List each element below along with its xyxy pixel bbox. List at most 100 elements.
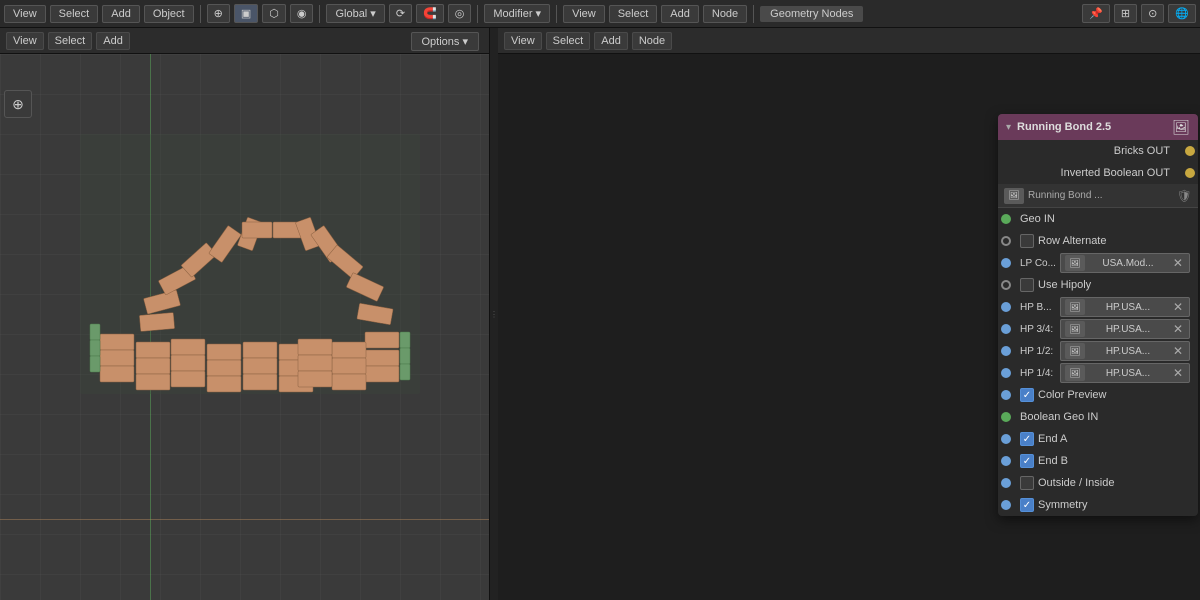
select-menu-left[interactable]: Select	[50, 5, 99, 23]
geo-in-socket[interactable]	[1001, 214, 1011, 224]
color-preview-checkbox[interactable]: ✓	[1020, 388, 1034, 402]
use-hipoly-socket[interactable]	[1001, 280, 1011, 290]
snap-btn[interactable]: 🧲	[416, 4, 444, 23]
overlay-btn[interactable]: ⊙	[1141, 4, 1164, 23]
pin-btn[interactable]: 📌	[1082, 4, 1110, 23]
axis-x-line	[0, 519, 489, 520]
node-editor: View Select Add Node ▾ Running Bond 2.5 …	[498, 28, 1200, 600]
sphere-btn[interactable]: 🌐	[1168, 4, 1196, 23]
proportional-btn[interactable]: ◎	[448, 4, 472, 23]
node-running-bond-title: Running Bond 2.5	[1017, 121, 1166, 133]
bool-geo-in-socket[interactable]	[1001, 412, 1011, 422]
hp-34-label: HP 3/4:	[1020, 324, 1056, 335]
input-lp-co: LP Co... 🖼 USA.Mod... ✕	[998, 252, 1198, 274]
inv-bool-out-socket[interactable]	[1185, 168, 1195, 178]
input-row-alternate: Row Alternate	[998, 230, 1198, 252]
hp-14-img-select[interactable]: 🖼 HP.USA... ✕	[1060, 363, 1190, 383]
object-menu[interactable]: Object	[144, 5, 194, 23]
modifier-mode-btn[interactable]: Modifier ▾	[484, 4, 550, 23]
lp-co-img-label: USA.Mod...	[1102, 258, 1153, 269]
node-img-icon[interactable]: 🖼	[1172, 119, 1190, 136]
lp-co-img-select[interactable]: 🖼 USA.Mod... ✕	[1060, 253, 1190, 273]
lp-co-img-icon: 🖼	[1065, 255, 1085, 271]
viewport-view-menu[interactable]: View	[6, 32, 44, 50]
lp-co-remove-btn[interactable]: ✕	[1171, 256, 1185, 270]
end-b-checkbox[interactable]: ✓	[1020, 454, 1034, 468]
node-running-bond-sub-header: 🖼 Running Bond ... 🛡	[998, 184, 1198, 208]
end-b-socket[interactable]	[1001, 456, 1011, 466]
input-hp-b: HP B... 🖼 HP.USA... ✕	[998, 296, 1198, 318]
node-select-menu[interactable]: Select	[546, 32, 591, 50]
box-select-btn[interactable]: ▣	[234, 4, 258, 23]
add-menu-left[interactable]: Add	[102, 5, 140, 23]
viewport-select-menu[interactable]: Select	[48, 32, 93, 50]
brick-arch-svg	[80, 114, 420, 434]
circle-select-btn[interactable]: ◉	[290, 4, 314, 23]
hp-12-label: HP 1/2:	[1020, 346, 1056, 357]
hp-34-socket[interactable]	[1001, 324, 1011, 334]
panel-divider[interactable]: ⋮	[490, 28, 498, 600]
node-add-menu[interactable]: Add	[594, 32, 628, 50]
view-menu-right[interactable]: View	[563, 5, 605, 23]
node-editor-toolbar: View Select Add Node	[498, 28, 1200, 54]
hp-34-img-icon: 🖼	[1065, 321, 1085, 337]
node-running-bond[interactable]: ▾ Running Bond 2.5 🖼 Bricks OUT Inverted…	[998, 114, 1198, 516]
input-hp-12: HP 1/2: 🖼 HP.USA... ✕	[998, 340, 1198, 362]
hp-12-remove-btn[interactable]: ✕	[1171, 344, 1185, 358]
main-area: View Select Add Options ▾ ⊕	[0, 28, 1200, 600]
end-a-socket[interactable]	[1001, 434, 1011, 444]
color-preview-socket[interactable]	[1001, 390, 1011, 400]
row-alt-socket[interactable]	[1001, 236, 1011, 246]
node-menu[interactable]: Node	[703, 5, 747, 23]
hp-14-remove-btn[interactable]: ✕	[1171, 366, 1185, 380]
input-end-a: ✓ End A	[998, 428, 1198, 450]
select-menu-right[interactable]: Select	[609, 5, 658, 23]
hp-12-socket[interactable]	[1001, 346, 1011, 356]
node-node-menu[interactable]: Node	[632, 32, 672, 50]
symmetry-socket[interactable]	[1001, 500, 1011, 510]
viewport-add-menu[interactable]: Add	[96, 32, 130, 50]
hp-12-img-select[interactable]: 🖼 HP.USA... ✕	[1060, 341, 1190, 361]
hp-34-remove-btn[interactable]: ✕	[1171, 322, 1185, 336]
color-preview-label: Color Preview	[1038, 389, 1190, 401]
node-view-menu[interactable]: View	[504, 32, 542, 50]
hp-b-remove-btn[interactable]: ✕	[1171, 300, 1185, 314]
outside-inside-socket[interactable]	[1001, 478, 1011, 488]
top-toolbar: View Select Add Object ⊕ ▣ ⬡ ◉ Global ▾ …	[0, 0, 1200, 28]
transform-mode-btn[interactable]: Global ▾	[326, 4, 384, 23]
output-inv-bool: Inverted Boolean OUT	[998, 162, 1198, 184]
options-btn[interactable]: Options ▾	[411, 32, 480, 51]
symmetry-checkbox[interactable]: ✓	[1020, 498, 1034, 512]
input-symmetry: ✓ Symmetry	[998, 494, 1198, 516]
end-a-checkbox[interactable]: ✓	[1020, 432, 1034, 446]
input-use-hipoly: Use Hipoly	[998, 274, 1198, 296]
node-running-bond-header[interactable]: ▾ Running Bond 2.5 🖼	[998, 114, 1198, 140]
cursor-tool-btn[interactable]: ⊕	[207, 4, 230, 23]
transform-icon-btn[interactable]: ⟳	[389, 4, 412, 23]
lp-co-socket[interactable]	[1001, 258, 1011, 268]
viewport-canvas[interactable]: ⊕	[0, 54, 489, 600]
use-hipoly-checkbox[interactable]	[1020, 278, 1034, 292]
separator-2	[319, 5, 320, 23]
view-menu-left[interactable]: View	[4, 5, 46, 23]
wires-svg	[498, 54, 798, 204]
bricks-out-socket[interactable]	[1185, 146, 1195, 156]
separator-5	[753, 5, 754, 23]
hp-14-label: HP 1/4:	[1020, 368, 1056, 379]
viewport-left-toolbar: ⊕	[4, 90, 32, 118]
hp-12-img-icon: 🖼	[1065, 343, 1085, 359]
hp-b-img-select[interactable]: 🖼 HP.USA... ✕	[1060, 297, 1190, 317]
collapse-icon[interactable]: ▾	[1006, 122, 1011, 133]
nodes-canvas[interactable]: ▾ Running Bond 2.5 🖼 Bricks OUT Inverted…	[498, 54, 1200, 600]
row-alt-checkbox[interactable]	[1020, 234, 1034, 248]
hp-14-socket[interactable]	[1001, 368, 1011, 378]
lasso-btn[interactable]: ⬡	[262, 4, 286, 23]
add-menu-right[interactable]: Add	[661, 5, 699, 23]
shield-icon[interactable]: 🛡	[1177, 189, 1192, 203]
cursor-tool[interactable]: ⊕	[4, 90, 32, 118]
outside-inside-checkbox[interactable]	[1020, 476, 1034, 490]
snap-grid-btn[interactable]: ⊞	[1114, 4, 1137, 23]
hp-34-img-select[interactable]: 🖼 HP.USA... ✕	[1060, 319, 1190, 339]
sub-header-icon[interactable]: 🖼	[1004, 188, 1024, 204]
hp-b-socket[interactable]	[1001, 302, 1011, 312]
